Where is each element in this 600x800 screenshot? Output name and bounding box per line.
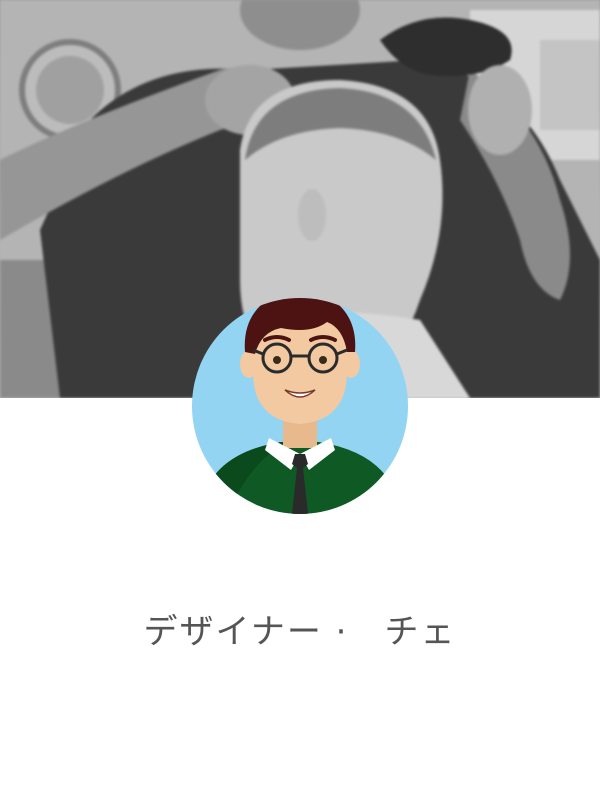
profile-name: デザイナー · チェ <box>143 612 457 652</box>
avatar[interactable] <box>191 292 409 514</box>
profile-page: デザイナー · チェ <box>0 0 600 800</box>
avatar-man-glasses-icon <box>192 298 408 514</box>
